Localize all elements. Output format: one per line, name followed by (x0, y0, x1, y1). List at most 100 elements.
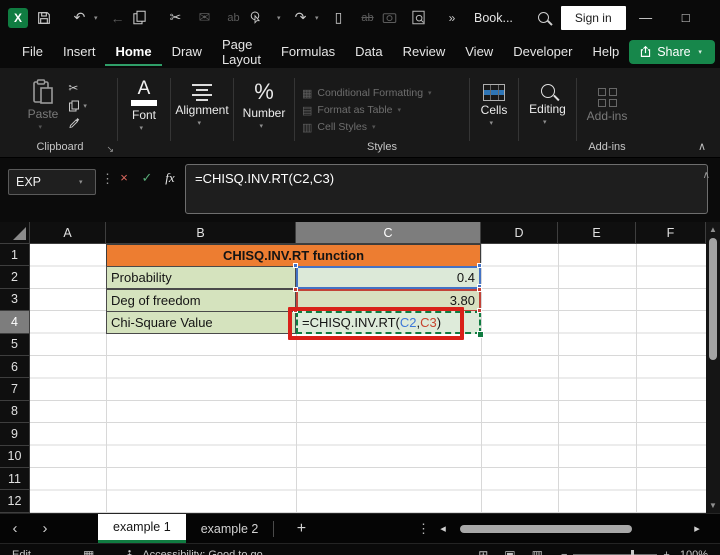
document-search-button[interactable] (411, 10, 440, 25)
name-box-dropdown-icon[interactable]: ▾ (79, 178, 88, 186)
ribbon-separator (117, 78, 118, 141)
cell-c3[interactable]: 3.80 (296, 288, 481, 312)
tab-options-icon[interactable]: ⋮ (417, 514, 430, 543)
new-file-button[interactable]: ▯ (324, 9, 353, 26)
save-button[interactable] (36, 10, 65, 26)
insert-function-button[interactable]: fx (160, 170, 180, 186)
maximize-button[interactable]: □ (666, 10, 706, 25)
cell-b4[interactable]: Chi-Square Value (106, 311, 296, 335)
undo-button[interactable]: ↶ (65, 9, 94, 26)
cut-button[interactable]: ✂ (161, 9, 190, 26)
fill-handle[interactable] (477, 331, 484, 338)
touch-pointer-icon (250, 11, 261, 24)
redo-button[interactable]: ↷ (286, 9, 315, 26)
add-sheet-button[interactable]: + (274, 514, 328, 543)
tab-help[interactable]: Help (582, 37, 629, 66)
row-header-4[interactable]: 4 (0, 311, 30, 334)
collapse-ribbon-icon[interactable]: ∧ (698, 140, 706, 153)
name-box[interactable]: EXP ▾ (8, 169, 96, 195)
zoom-out-button[interactable]: − (561, 549, 567, 555)
ref-handle (477, 308, 482, 313)
column-header-f[interactable]: F (636, 222, 706, 244)
cell-c4-formula[interactable]: =CHISQ.INV.RT( C2 , C3 ) (296, 311, 481, 335)
accessibility-status[interactable]: Accessibility: Good to go (142, 549, 262, 555)
cells-group[interactable]: Cells ▾ (471, 70, 517, 157)
tab-draw[interactable]: Draw (162, 37, 212, 66)
vertical-scrollbar-thumb[interactable] (709, 238, 717, 360)
cut-ribbon-button[interactable]: ✂ (68, 81, 92, 95)
zoom-slider-thumb[interactable] (631, 549, 635, 555)
tab-page-layout[interactable]: Page Layout (212, 30, 271, 74)
redo-dropdown-icon[interactable]: ▾ (315, 14, 324, 22)
row-header-9[interactable]: 9 (0, 423, 30, 446)
editing-group[interactable]: Editing ▾ (520, 70, 575, 157)
row-header-1[interactable]: 1 (0, 244, 30, 267)
column-header-b[interactable]: B (106, 222, 296, 244)
row-header-7[interactable]: 7 (0, 378, 30, 401)
tab-data[interactable]: Data (345, 37, 392, 66)
sheet-tab-example-1[interactable]: example 1 (98, 514, 186, 543)
prev-sheet-button[interactable]: ‹ (0, 514, 30, 543)
alignment-group[interactable]: Alignment ▾ (172, 70, 232, 157)
cell-c2[interactable]: 0.4 (296, 266, 481, 289)
column-header-c[interactable]: C (296, 222, 481, 244)
row-header-10[interactable]: 10 (0, 445, 30, 468)
page-break-view-button[interactable]: ▥ (532, 548, 543, 555)
touch-mode-dropdown-icon[interactable]: ▾ (277, 14, 286, 22)
row-header-8[interactable]: 8 (0, 400, 30, 424)
normal-view-button[interactable]: ⊞ (478, 548, 488, 555)
name-box-value: EXP (16, 175, 42, 189)
zoom-in-button[interactable]: + (663, 549, 669, 555)
scroll-right-icon[interactable]: ▸ (684, 514, 710, 543)
close-button[interactable]: × (706, 10, 720, 25)
tab-formulas[interactable]: Formulas (271, 37, 345, 66)
format-painter-button[interactable] (68, 117, 92, 129)
undo-dropdown-icon[interactable]: ▾ (94, 14, 103, 22)
copy-ribbon-button[interactable]: ▾ (68, 100, 92, 112)
font-group[interactable]: XA Font ▾ (119, 70, 169, 157)
toolbar-overflow-button[interactable]: » (440, 11, 464, 25)
cancel-entry-button[interactable]: × (114, 170, 134, 185)
tab-file[interactable]: File (12, 37, 53, 66)
touch-mode-button[interactable] (248, 10, 277, 25)
cell-b3[interactable]: Deg of freedom (106, 288, 296, 312)
tab-insert[interactable]: Insert (53, 37, 106, 66)
zoom-level[interactable]: 100% (680, 549, 708, 555)
excel-logo-icon[interactable]: X (8, 7, 28, 28)
confirm-entry-button[interactable]: ✓ (137, 170, 157, 186)
clipboard-dialog-launcher[interactable]: ↘ (106, 144, 114, 155)
sign-in-button[interactable]: Sign in (560, 5, 626, 30)
search-button[interactable] (527, 12, 561, 23)
scroll-down-icon[interactable]: ▼ (706, 501, 720, 510)
column-header-d[interactable]: D (481, 222, 558, 244)
row-header-5[interactable]: 5 (0, 333, 30, 356)
share-button[interactable]: Share ▾ (629, 39, 715, 64)
tab-home[interactable]: Home (105, 37, 162, 66)
column-header-e[interactable]: E (558, 222, 636, 244)
copy-button[interactable] (132, 10, 161, 25)
page-layout-view-button[interactable]: ▣ (504, 548, 515, 555)
row-header-2[interactable]: 2 (0, 266, 30, 289)
tab-review[interactable]: Review (393, 37, 456, 66)
cell-b2[interactable]: Probability (106, 266, 296, 289)
scroll-left-icon[interactable]: ◂ (430, 514, 456, 543)
row-header-3[interactable]: 3 (0, 288, 30, 312)
next-sheet-button[interactable]: › (30, 514, 60, 543)
formula-input[interactable]: =CHISQ.INV.RT(C2,C3) (185, 164, 708, 214)
row-header-12[interactable]: 12 (0, 490, 30, 513)
row-header-6[interactable]: 6 (0, 355, 30, 379)
minimize-button[interactable]: — (626, 10, 666, 25)
number-group[interactable]: % Number ▾ (235, 70, 293, 157)
column-header-a[interactable]: A (30, 222, 106, 244)
horizontal-scrollbar-thumb[interactable] (460, 524, 632, 533)
tab-developer[interactable]: Developer (503, 37, 582, 66)
collapse-formula-bar-icon[interactable]: ∧ (703, 170, 710, 181)
tab-view[interactable]: View (455, 37, 503, 66)
copy-dropdown-icon[interactable]: ▾ (83, 102, 92, 110)
sheet-tab-example-2[interactable]: example 2 (186, 514, 274, 543)
vertical-scrollbar[interactable]: ▲ ▼ (706, 222, 720, 513)
scroll-up-icon[interactable]: ▲ (706, 225, 720, 234)
horizontal-scrollbar[interactable] (456, 524, 684, 534)
row-header-11[interactable]: 11 (0, 467, 30, 491)
select-all-button[interactable] (0, 222, 30, 244)
